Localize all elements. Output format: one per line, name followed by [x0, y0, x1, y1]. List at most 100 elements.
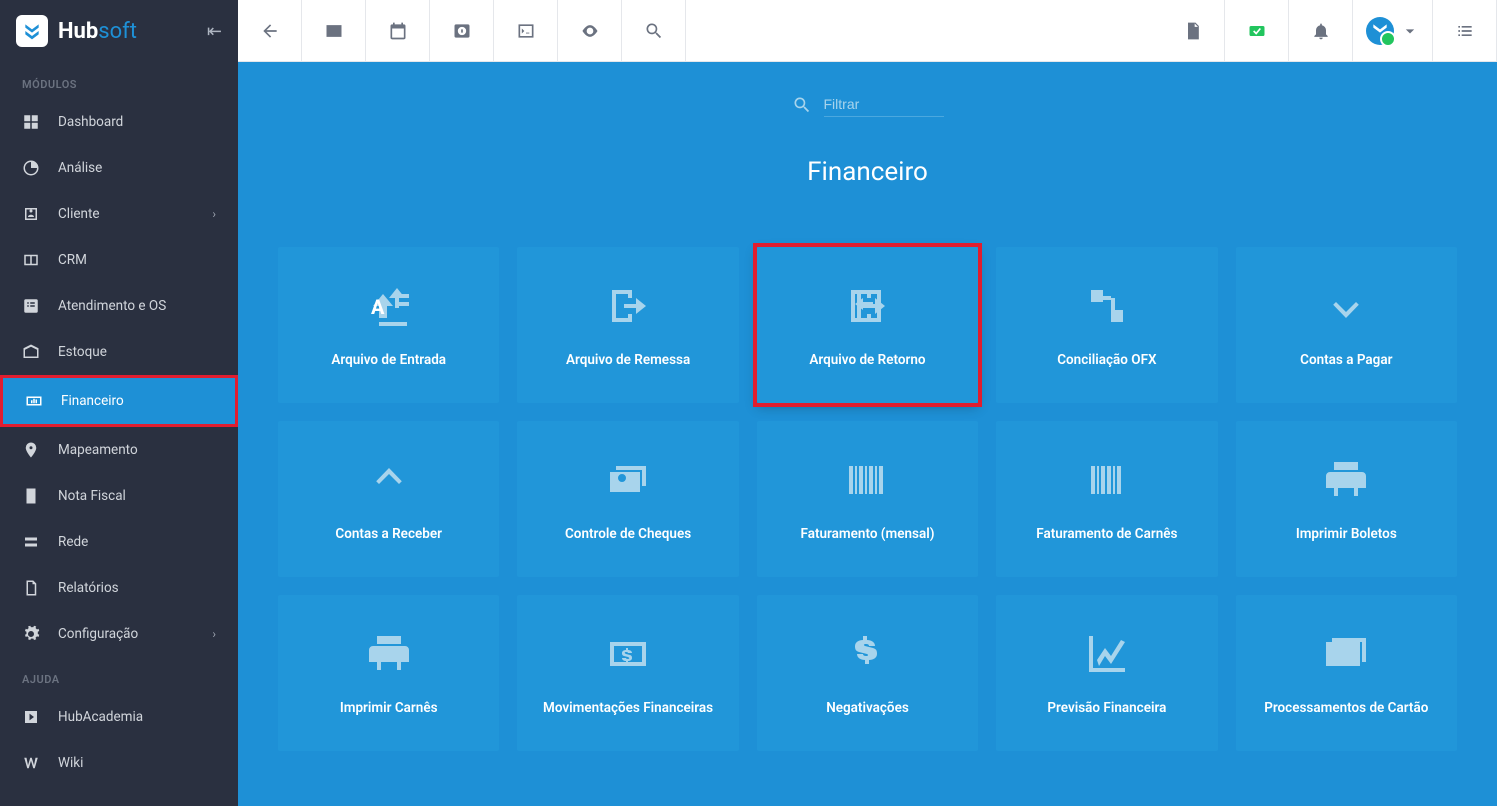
- arrow-down-icon: [1322, 282, 1370, 330]
- list-view-button[interactable]: [1433, 0, 1497, 61]
- chart-icon: [1083, 630, 1131, 678]
- search-icon: [792, 95, 812, 115]
- tile-label: Arquivo de Entrada: [331, 352, 446, 368]
- back-button[interactable]: [238, 0, 302, 61]
- reports-icon: [22, 579, 40, 597]
- sidebar-item-dashboard[interactable]: Dashboard: [0, 99, 238, 145]
- sidebar-item-relatórios[interactable]: Relatórios: [0, 565, 238, 611]
- tile-label: Arquivo de Retorno: [809, 352, 925, 368]
- notifications-button[interactable]: [1289, 0, 1353, 61]
- settings-icon: [22, 625, 40, 643]
- tile-label: Imprimir Boletos: [1296, 526, 1397, 542]
- tile-label: Contas a Receber: [335, 526, 442, 542]
- user-menu[interactable]: [1353, 0, 1433, 61]
- sidebar-item-hubacademia[interactable]: HubAcademia: [0, 694, 238, 740]
- client-icon: [22, 205, 40, 223]
- tile-label: Conciliação OFX: [1057, 352, 1156, 368]
- chevron-right-icon: ›: [212, 207, 216, 221]
- sidebar-item-label: Dashboard: [58, 114, 123, 130]
- support-icon: [22, 297, 40, 315]
- sidebar-section-modules: MÓDULOS: [0, 62, 238, 99]
- pdf-button[interactable]: [1161, 0, 1225, 61]
- money-move-icon: [604, 630, 652, 678]
- tile-label: Faturamento de Carnês: [1036, 526, 1177, 542]
- sidebar-item-label: HubAcademia: [58, 709, 143, 725]
- sidebar-item-rede[interactable]: Rede: [0, 519, 238, 565]
- inventory-icon: [22, 343, 40, 361]
- sidebar-item-atendimento-e-os[interactable]: Atendimento e OS: [0, 283, 238, 329]
- tile-faturamento-mensal[interactable]: Faturamento (mensal): [757, 421, 978, 577]
- sidebar-item-cliente[interactable]: Cliente ›: [0, 191, 238, 237]
- contact-button[interactable]: [302, 0, 366, 61]
- tile-faturamento-de-carnês[interactable]: Faturamento de Carnês: [996, 421, 1217, 577]
- tile-arquivo-de-remessa[interactable]: Arquivo de Remessa: [517, 247, 738, 403]
- sidebar-item-configuração[interactable]: Configuração›: [0, 611, 238, 657]
- sidebar: Hubsoft ⇤ MÓDULOS Dashboard Análise Client…: [0, 0, 238, 806]
- payments-button[interactable]: [430, 0, 494, 61]
- logo-text: Hubsoft: [58, 19, 137, 44]
- logo-area: Hubsoft ⇤: [0, 0, 238, 62]
- enter-icon: [843, 282, 891, 330]
- tile-processamentos-de-cartão[interactable]: Processamentos de Cartão: [1236, 595, 1457, 751]
- sidebar-item-label: Cliente: [58, 206, 100, 222]
- sidebar-item-financeiro[interactable]: Financeiro: [0, 375, 238, 427]
- tile-label: Imprimir Carnês: [340, 700, 438, 716]
- dashboard-icon: [22, 113, 40, 131]
- file-up-icon: [365, 282, 413, 330]
- terminal-button[interactable]: [494, 0, 558, 61]
- sidebar-item-estoque[interactable]: Estoque: [0, 329, 238, 375]
- sidebar-item-label: Mapeamento: [58, 442, 138, 458]
- tile-label: Processamentos de Cartão: [1264, 700, 1428, 716]
- topbar: [238, 0, 1497, 62]
- tile-arquivo-de-entrada[interactable]: Arquivo de Entrada: [278, 247, 499, 403]
- filter-row: [278, 92, 1457, 117]
- status-ok-button[interactable]: [1225, 0, 1289, 61]
- sidebar-item-análise[interactable]: Análise: [0, 145, 238, 191]
- visibility-button[interactable]: [558, 0, 622, 61]
- tile-imprimir-carnês[interactable]: Imprimir Carnês: [278, 595, 499, 751]
- tile-label: Faturamento (mensal): [801, 526, 935, 542]
- avatar-icon: [1366, 17, 1394, 45]
- sidebar-item-label: Nota Fiscal: [58, 488, 126, 504]
- tile-contas-a-receber[interactable]: Contas a Receber: [278, 421, 499, 577]
- search-button[interactable]: [622, 0, 686, 61]
- tile-movimentações-financeiras[interactable]: Movimentações Financeiras: [517, 595, 738, 751]
- sidebar-item-label: Wiki: [58, 755, 83, 771]
- exit-icon: [604, 282, 652, 330]
- tile-label: Negativações: [826, 700, 909, 716]
- collapse-sidebar-button[interactable]: ⇤: [207, 21, 222, 42]
- chevron-right-icon: ›: [212, 627, 216, 641]
- tile-label: Arquivo de Remessa: [566, 352, 690, 368]
- tile-arquivo-de-retorno[interactable]: Arquivo de Retorno: [757, 247, 978, 403]
- print2-icon: [365, 630, 413, 678]
- tile-contas-a-pagar[interactable]: Contas a Pagar: [1236, 247, 1457, 403]
- tile-previsão-financeira[interactable]: Previsão Financeira: [996, 595, 1217, 751]
- checks-icon: [604, 456, 652, 504]
- tile-negativações[interactable]: Negativações: [757, 595, 978, 751]
- chevron-down-icon: [1400, 21, 1420, 41]
- calendar-button[interactable]: [366, 0, 430, 61]
- tile-imprimir-boletos[interactable]: Imprimir Boletos: [1236, 421, 1457, 577]
- sidebar-item-label: CRM: [58, 252, 87, 268]
- sidebar-item-label: Análise: [58, 160, 102, 176]
- logo-mark-icon: [16, 15, 48, 47]
- arrow-up-icon: [365, 456, 413, 504]
- print-icon: [1322, 456, 1370, 504]
- map-icon: [22, 441, 40, 459]
- sidebar-item-label: Estoque: [58, 344, 107, 360]
- sidebar-item-crm[interactable]: CRM: [0, 237, 238, 283]
- sidebar-item-mapeamento[interactable]: Mapeamento: [0, 427, 238, 473]
- tile-label: Controle de Cheques: [565, 526, 691, 542]
- tile-controle-de-cheques[interactable]: Controle de Cheques: [517, 421, 738, 577]
- tile-conciliação-ofx[interactable]: Conciliação OFX: [996, 247, 1217, 403]
- barcode2-icon: [1083, 456, 1131, 504]
- page-title: Financeiro: [278, 157, 1457, 187]
- finance-icon: [25, 392, 43, 410]
- sidebar-item-label: Rede: [58, 534, 88, 550]
- filter-input[interactable]: [824, 92, 944, 117]
- sidebar-item-label: Atendimento e OS: [58, 298, 166, 314]
- tile-label: Movimentações Financeiras: [543, 700, 713, 716]
- sidebar-item-wiki[interactable]: Wiki: [0, 740, 238, 786]
- invoice-icon: [22, 487, 40, 505]
- sidebar-item-nota-fiscal[interactable]: Nota Fiscal: [0, 473, 238, 519]
